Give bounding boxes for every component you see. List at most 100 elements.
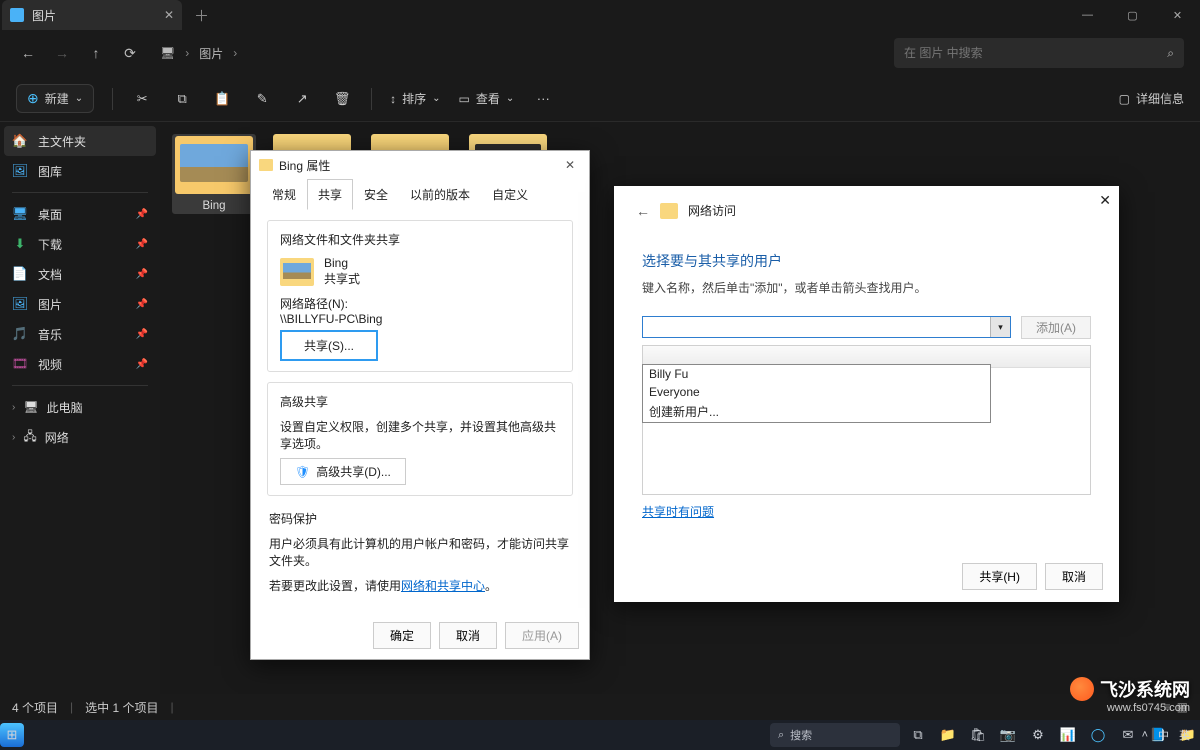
chevron-up-icon[interactable]: ˄ — [1142, 729, 1148, 741]
forward-button[interactable]: → — [50, 41, 74, 65]
sidebar-item-downloads[interactable]: ⬇ 下载 📌 — [4, 229, 156, 259]
ok-button[interactable]: 确定 — [373, 622, 431, 649]
separator — [12, 192, 148, 193]
taskbar-search[interactable]: ⌕ 搜索 — [770, 723, 900, 747]
cut-button[interactable]: ✂ — [131, 88, 153, 110]
separator — [371, 88, 372, 110]
sidebar-item-gallery[interactable]: 🖼 图库 — [4, 156, 156, 186]
music-icon: 🎵 — [12, 326, 28, 342]
task-explorer[interactable]: 📁 — [936, 723, 960, 747]
close-icon[interactable]: ✕ — [1099, 192, 1111, 209]
start-button[interactable]: ⊞ — [0, 723, 24, 747]
task-view-button[interactable]: ⧉ — [906, 723, 930, 747]
separator: | — [170, 700, 173, 714]
download-icon: ⬇ — [12, 236, 28, 252]
network-sharing-group: 网络文件和文件夹共享 Bing 共享式 网络路径(N): \\BILLYFU-P… — [267, 220, 573, 372]
separator: | — [70, 700, 73, 714]
share-name: Bing — [324, 256, 360, 270]
close-window-button[interactable]: ✕ — [1155, 0, 1200, 30]
share-state: 共享式 — [324, 270, 360, 287]
details-pane-button[interactable]: ▢ 详细信息 — [1119, 90, 1184, 107]
separator — [112, 88, 113, 110]
sidebar-item-label: 网络 — [45, 429, 69, 446]
pc-icon: 🖥 — [23, 400, 38, 414]
task-app[interactable]: ⚙ — [1026, 723, 1050, 747]
sort-dropdown[interactable]: ↕ 排序 ⌄ — [390, 90, 440, 107]
sidebar-item-videos[interactable]: 🎞 视频 📌 — [4, 349, 156, 379]
watermark-name: 飞沙系统网 — [1100, 676, 1190, 702]
taskbar: ⊞ ⌕ 搜索 ⧉ 📁 🛍 📷 ⚙ 📊 ◯ ✉ 📘 📁 ˄ 中 英 — [0, 720, 1200, 750]
dropdown-option[interactable]: Billy Fu — [643, 365, 990, 383]
sidebar-item-documents[interactable]: 📄 文档 📌 — [4, 259, 156, 289]
refresh-button[interactable]: ⟳ — [118, 41, 142, 65]
sort-icon: ↕ — [390, 92, 396, 106]
delete-button[interactable]: 🗑 — [331, 88, 353, 110]
folder-bing[interactable]: Bing — [172, 134, 256, 214]
chevron-down-icon: ⌄ — [506, 93, 514, 104]
maximize-button[interactable]: ▢ — [1110, 0, 1155, 30]
tab-sharing[interactable]: 共享 — [307, 179, 353, 210]
search-box[interactable]: ⌕ — [894, 38, 1184, 68]
new-button[interactable]: ⊕ 新建 ⌄ — [16, 84, 94, 113]
ime-en[interactable]: 英 — [1179, 727, 1190, 743]
cancel-button[interactable]: 取消 — [439, 622, 497, 649]
close-icon[interactable]: ✕ — [559, 158, 581, 172]
video-icon: 🎞 — [12, 356, 28, 372]
search-icon[interactable]: ⌕ — [1167, 46, 1174, 61]
pin-icon: 📌 — [136, 269, 148, 280]
tab-security[interactable]: 安全 — [353, 179, 399, 210]
sidebar-item-pictures[interactable]: 🖼 图片 📌 — [4, 289, 156, 319]
network-center-link[interactable]: 网络和共享中心 — [401, 579, 485, 593]
breadcrumb-loc[interactable]: 图片 — [199, 45, 223, 62]
sidebar: 🏠 主文件夹 🖼 图库 🖥 桌面 📌 ⬇ 下载 📌 📄 文档 📌 🖼 图片 📌 — [0, 122, 160, 694]
more-button[interactable]: ··· — [532, 88, 554, 110]
back-button[interactable]: ← — [636, 203, 650, 219]
dropdown-option[interactable]: 创建新用户... — [643, 401, 990, 422]
tab-pictures[interactable]: 图片 ✕ — [2, 0, 182, 30]
apply-button[interactable]: 应用(A) — [505, 622, 579, 649]
tab-previous[interactable]: 以前的版本 — [399, 179, 481, 210]
share-confirm-button[interactable]: 共享(H) — [962, 563, 1037, 590]
tab-custom[interactable]: 自定义 — [481, 179, 539, 210]
dropdown-option[interactable]: Everyone — [643, 383, 990, 401]
sidebar-item-label: 桌面 — [38, 206, 62, 223]
breadcrumb[interactable]: 🖥 › 图片 › — [160, 45, 237, 62]
advanced-sharing-group: 高级共享 设置自定义权限，创建多个共享，并设置其他高级共享选项。 🛡 高级共享(… — [267, 382, 573, 496]
tab-general[interactable]: 常规 — [261, 179, 307, 210]
search-input[interactable] — [904, 46, 1159, 60]
cancel-button[interactable]: 取消 — [1045, 563, 1103, 590]
user-input[interactable] — [643, 317, 988, 337]
paste-button[interactable]: 📋 — [211, 88, 233, 110]
chevron-down-icon[interactable]: ▾ — [990, 317, 1010, 337]
rename-button[interactable]: ✎ — [251, 88, 273, 110]
task-app[interactable]: 🛍 — [966, 723, 990, 747]
task-app[interactable]: 📷 — [996, 723, 1020, 747]
adv-desc: 设置自定义权限，创建多个共享，并设置其他高级共享选项。 — [280, 418, 560, 452]
new-tab-button[interactable]: ＋ — [182, 5, 221, 26]
close-tab-icon[interactable]: ✕ — [164, 8, 174, 22]
user-combobox[interactable]: ▾ — [642, 316, 1011, 338]
sidebar-item-desktop[interactable]: 🖥 桌面 📌 — [4, 199, 156, 229]
system-tray[interactable]: ˄ 中 英 — [1142, 727, 1190, 743]
task-app[interactable]: 📊 — [1056, 723, 1080, 747]
copy-button[interactable]: ⧉ — [171, 88, 193, 110]
view-dropdown[interactable]: ▭ 查看 ⌄ — [459, 90, 515, 107]
task-app[interactable]: ✉ — [1116, 723, 1140, 747]
sidebar-item-thispc[interactable]: › 🖥 此电脑 — [4, 392, 156, 422]
share-button[interactable]: ↗ — [291, 88, 313, 110]
dialog-title: Bing 属性 — [279, 157, 330, 174]
back-button[interactable]: ← — [16, 41, 40, 65]
add-button[interactable]: 添加(A) — [1021, 316, 1091, 339]
up-button[interactable]: ↑ — [84, 41, 108, 65]
share-button[interactable]: 共享(S)... — [280, 330, 378, 361]
sidebar-item-home[interactable]: 🏠 主文件夹 — [4, 126, 156, 156]
ime-zh[interactable]: 中 — [1158, 727, 1169, 743]
sidebar-item-network[interactable]: › 🖧 网络 — [4, 422, 156, 452]
dialog-titlebar[interactable]: Bing 属性 ✕ — [251, 151, 589, 179]
properties-tabs: 常规 共享 安全 以前的版本 自定义 — [251, 179, 589, 210]
sharing-problem-link[interactable]: 共享时有问题 — [642, 503, 714, 520]
task-edge[interactable]: ◯ — [1086, 723, 1110, 747]
sidebar-item-music[interactable]: 🎵 音乐 📌 — [4, 319, 156, 349]
advanced-share-button[interactable]: 🛡 高级共享(D)... — [280, 458, 406, 485]
minimize-button[interactable]: — — [1065, 0, 1110, 30]
